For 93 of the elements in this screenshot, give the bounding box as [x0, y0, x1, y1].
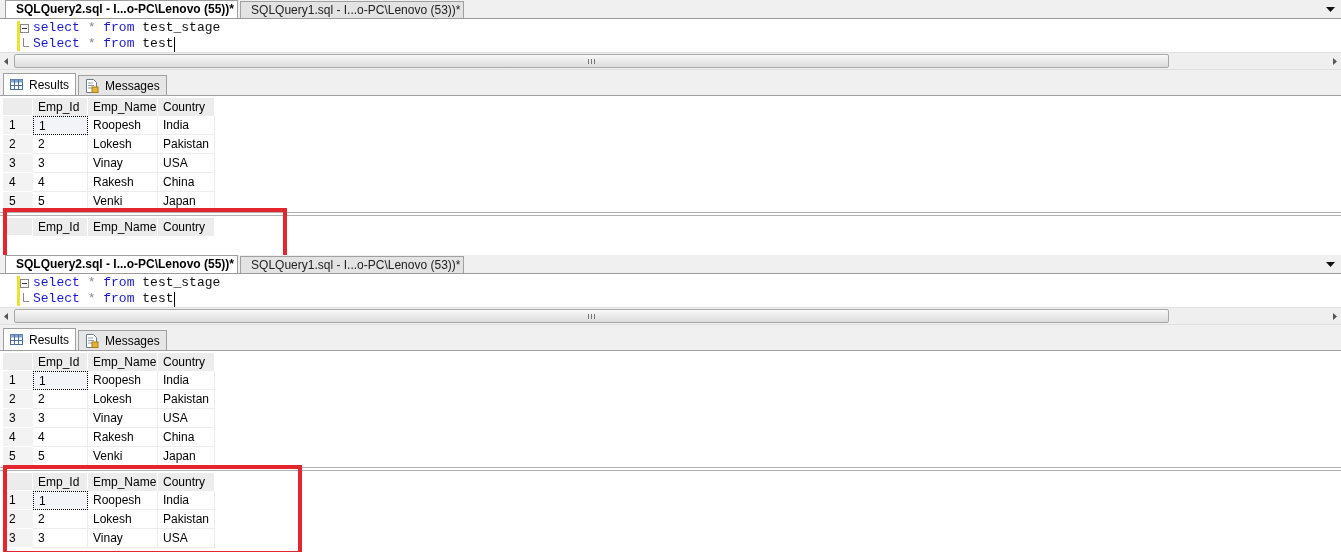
- document-tab[interactable]: SQLQuery1.sql - I...o-PC\Lenovo (53))*: [240, 256, 465, 273]
- table-cell[interactable]: China: [158, 173, 215, 192]
- table-cell[interactable]: Pakistan: [158, 390, 215, 409]
- table-cell[interactable]: 5: [33, 192, 88, 211]
- table-cell[interactable]: 3: [33, 154, 88, 173]
- fold-line-icon: [20, 293, 29, 305]
- code-line: select * from test_stage: [33, 275, 221, 291]
- table-cell[interactable]: Vinay: [88, 154, 158, 173]
- table-cell[interactable]: 3: [33, 409, 88, 428]
- row-header[interactable]: 1: [3, 371, 33, 390]
- fold-line-icon: [20, 38, 29, 50]
- grip-icon: [588, 58, 595, 64]
- row-header[interactable]: 4: [3, 173, 33, 192]
- collapse-icon[interactable]: [20, 278, 29, 288]
- text-cursor: [173, 36, 175, 52]
- table-cell[interactable]: 1: [33, 491, 88, 510]
- row-header[interactable]: 1: [3, 116, 33, 135]
- document-tab[interactable]: SQLQuery2.sql - I...o-PC\Lenovo (55))*: [5, 0, 239, 18]
- column-header[interactable]: Emp_Id: [33, 218, 88, 236]
- code-line: Select * from test: [33, 36, 174, 52]
- document-icon: [85, 78, 99, 93]
- table-cell[interactable]: 2: [33, 510, 88, 529]
- table-cell[interactable]: Venki: [88, 192, 158, 211]
- code-line: select * from test_stage: [33, 20, 221, 36]
- table-cell[interactable]: USA: [158, 154, 215, 173]
- column-header[interactable]: Emp_Name: [88, 473, 158, 491]
- document-tab[interactable]: SQLQuery2.sql - I...o-PC\Lenovo (55))*: [5, 255, 239, 273]
- table-cell[interactable]: 1: [33, 371, 88, 390]
- scrollbar-thumb[interactable]: [14, 54, 1169, 68]
- table-cell[interactable]: 2: [33, 390, 88, 409]
- table-cell[interactable]: Japan: [158, 192, 215, 211]
- results-tab[interactable]: Results: [3, 328, 76, 350]
- column-header[interactable]: Emp_Name: [88, 98, 158, 116]
- table-cell[interactable]: Venki: [88, 447, 158, 466]
- results-tab[interactable]: Messages: [78, 330, 167, 350]
- table-icon: [10, 334, 23, 345]
- table-cell[interactable]: 4: [33, 173, 88, 192]
- column-header[interactable]: Emp_Name: [88, 218, 158, 236]
- column-header[interactable]: Country: [158, 353, 215, 371]
- dropdown-icon[interactable]: [1326, 7, 1335, 12]
- table-cell[interactable]: Vinay: [88, 529, 158, 548]
- scroll-left-icon[interactable]: [4, 312, 8, 320]
- results-tab[interactable]: Messages: [78, 75, 167, 95]
- table-cell[interactable]: India: [158, 116, 215, 135]
- results-tab[interactable]: Results: [3, 73, 76, 95]
- scroll-left-icon[interactable]: [4, 57, 8, 65]
- table-cell[interactable]: Japan: [158, 447, 215, 466]
- table-cell[interactable]: 4: [33, 428, 88, 447]
- row-header[interactable]: 2: [3, 135, 33, 154]
- horizontal-scrollbar[interactable]: [0, 52, 1341, 70]
- column-header[interactable]: Emp_Id: [33, 473, 88, 491]
- document-tab[interactable]: SQLQuery1.sql - I...o-PC\Lenovo (53))*: [240, 1, 465, 18]
- row-header[interactable]: 3: [3, 409, 33, 428]
- column-header[interactable]: Country: [158, 98, 215, 116]
- table-cell[interactable]: Pakistan: [158, 510, 215, 529]
- horizontal-scrollbar[interactable]: [0, 307, 1341, 325]
- column-header[interactable]: Emp_Name: [88, 353, 158, 371]
- table-cell[interactable]: 1: [33, 116, 88, 135]
- scroll-right-icon[interactable]: [1333, 312, 1337, 320]
- column-header[interactable]: Country: [158, 218, 215, 236]
- row-header[interactable]: 3: [3, 154, 33, 173]
- scroll-right-icon[interactable]: [1333, 57, 1337, 65]
- code-line: Select * from test: [33, 291, 174, 307]
- table-cell[interactable]: China: [158, 428, 215, 447]
- scrollbar-thumb[interactable]: [14, 309, 1169, 323]
- column-header[interactable]: Country: [158, 473, 215, 491]
- document-icon: [85, 333, 99, 348]
- table-cell[interactable]: 2: [33, 135, 88, 154]
- table-cell[interactable]: Roopesh: [88, 116, 158, 135]
- dropdown-icon[interactable]: [1326, 262, 1335, 267]
- column-header[interactable]: Emp_Id: [33, 353, 88, 371]
- table-cell[interactable]: 5: [33, 447, 88, 466]
- table-cell[interactable]: Vinay: [88, 409, 158, 428]
- row-header[interactable]: 2: [3, 390, 33, 409]
- table-icon: [10, 79, 23, 90]
- table-cell[interactable]: USA: [158, 409, 215, 428]
- table-cell[interactable]: 3: [33, 529, 88, 548]
- table-cell[interactable]: Roopesh: [88, 491, 158, 510]
- row-header[interactable]: 4: [3, 428, 33, 447]
- table-cell[interactable]: Lokesh: [88, 390, 158, 409]
- table-cell[interactable]: Rakesh: [88, 428, 158, 447]
- collapse-icon[interactable]: [20, 23, 29, 33]
- table-cell[interactable]: Roopesh: [88, 371, 158, 390]
- column-header[interactable]: Emp_Id: [33, 98, 88, 116]
- text-cursor: [173, 291, 175, 307]
- table-cell[interactable]: USA: [158, 529, 215, 548]
- table-cell[interactable]: Lokesh: [88, 135, 158, 154]
- table-cell[interactable]: Pakistan: [158, 135, 215, 154]
- grip-icon: [588, 313, 595, 319]
- table-cell[interactable]: Rakesh: [88, 173, 158, 192]
- table-cell[interactable]: India: [158, 371, 215, 390]
- table-cell[interactable]: Lokesh: [88, 510, 158, 529]
- table-cell[interactable]: India: [158, 491, 215, 510]
